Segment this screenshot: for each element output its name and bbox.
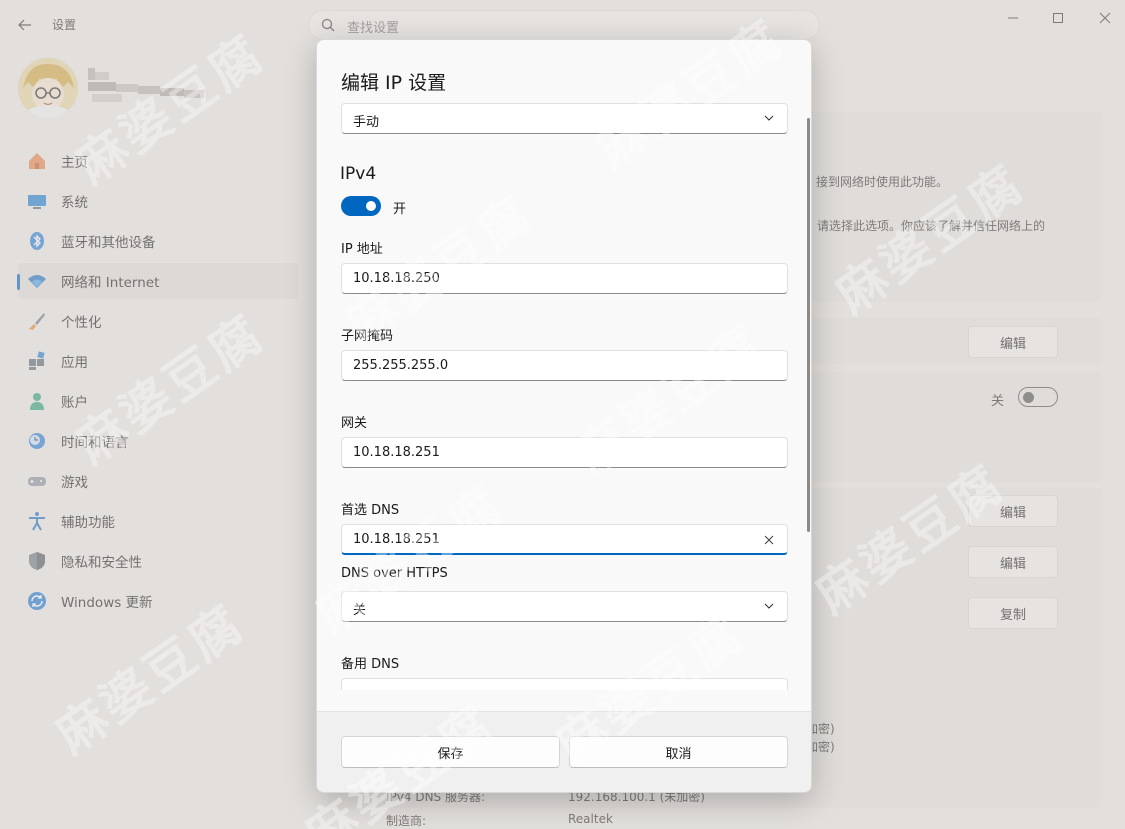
save-button[interactable]: 保存 xyxy=(341,736,560,768)
chevron-down-icon xyxy=(763,112,775,128)
gateway-label: 网关 xyxy=(341,416,368,431)
edit-ip-dialog: 编辑 IP 设置 手动 IPv4 开 IP 地址 10.18.18.250 子网… xyxy=(316,39,812,793)
dialog-footer: 保存 取消 xyxy=(317,711,811,792)
preferred-dns-field[interactable]: 10.18.18.251 xyxy=(341,524,788,555)
subnet-mask-value: 255.255.255.0 xyxy=(353,358,449,373)
dialog-title: 编辑 IP 设置 xyxy=(341,72,447,94)
dns-over-https-value: 关 xyxy=(353,603,367,618)
ipv4-toggle-label: 开 xyxy=(393,202,407,217)
clear-icon[interactable] xyxy=(761,532,777,548)
gateway-field[interactable]: 10.18.18.251 xyxy=(341,437,788,468)
subnet-mask-field[interactable]: 255.255.255.0 xyxy=(341,350,788,381)
gateway-value: 10.18.18.251 xyxy=(353,445,440,460)
ipv4-heading: IPv4 xyxy=(340,164,377,184)
ip-address-field[interactable]: 10.18.18.250 xyxy=(341,263,788,294)
dns-over-https-label: DNS over HTTPS xyxy=(341,566,448,581)
ip-address-label: IP 地址 xyxy=(341,242,383,257)
preferred-dns-value: 10.18.18.251 xyxy=(353,532,440,547)
ip-address-value: 10.18.18.250 xyxy=(353,271,440,286)
dns-over-https-dropdown[interactable]: 关 xyxy=(341,591,788,622)
cancel-button[interactable]: 取消 xyxy=(569,736,788,768)
ip-mode-dropdown[interactable]: 手动 xyxy=(341,103,788,134)
alternate-dns-label: 备用 DNS xyxy=(341,657,400,672)
preferred-dns-label: 首选 DNS xyxy=(341,503,400,518)
chevron-down-icon xyxy=(763,600,775,616)
dialog-scrollbar[interactable] xyxy=(807,118,810,532)
alternate-dns-field[interactable] xyxy=(341,678,788,690)
ipv4-toggle[interactable] xyxy=(341,196,381,216)
ip-mode-value: 手动 xyxy=(353,115,380,130)
subnet-mask-label: 子网掩码 xyxy=(341,329,394,344)
